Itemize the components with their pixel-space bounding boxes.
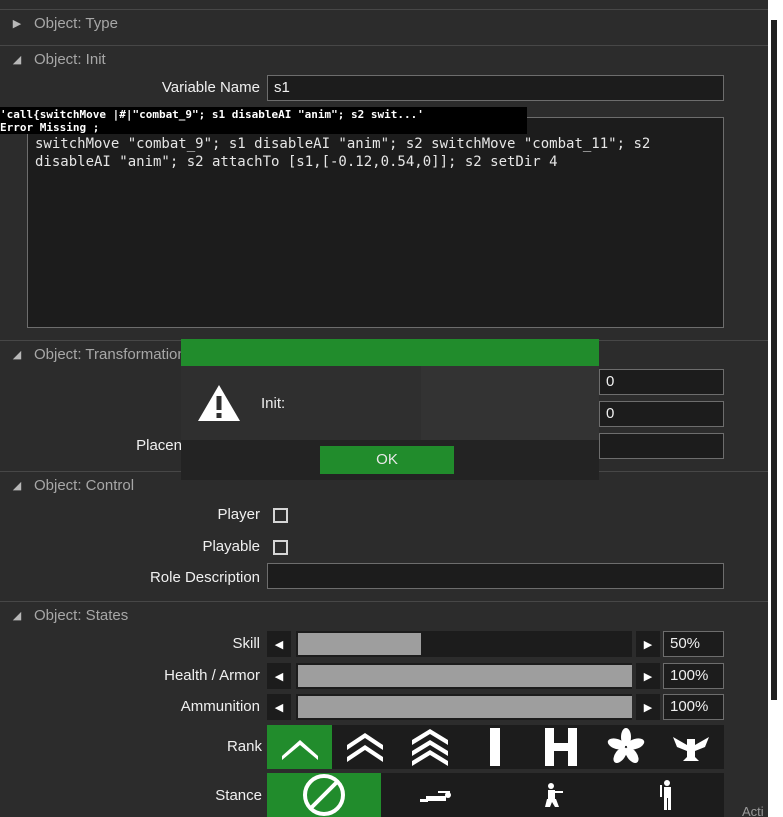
rank-lieutenant-button[interactable]: [463, 725, 528, 769]
variable-name-label: Variable Name: [161, 79, 260, 96]
section-header-states[interactable]: ◢ Object: States: [0, 601, 768, 629]
auto-stance-icon: [303, 774, 346, 816]
dialog-body: Init:: [181, 366, 599, 440]
player-label: Player: [217, 506, 260, 523]
error-line-2: Error Missing ;: [0, 121, 100, 134]
health-slider[interactable]: [296, 663, 632, 689]
variable-name-input[interactable]: s1: [267, 75, 724, 101]
corporal-chevrons-icon: [346, 733, 383, 762]
section-header-init[interactable]: ◢ Object: Init: [0, 45, 768, 73]
stance-label: Stance: [215, 787, 262, 804]
crouch-stance-icon: [544, 783, 563, 807]
section-title-type: Object: Type: [34, 15, 118, 32]
activation-watermark-text: Acti: [742, 804, 764, 817]
stance-crouch-button[interactable]: [496, 773, 610, 817]
dialog-body-shade: [421, 366, 599, 440]
section-header-type[interactable]: ▶ Object: Type: [0, 9, 768, 37]
stand-stance-icon: [659, 780, 671, 810]
colonel-eagle-icon: [673, 737, 710, 761]
dialog-title-bar: [181, 339, 599, 366]
skill-label: Skill: [232, 635, 260, 652]
private-chevron-icon: [281, 740, 318, 760]
rank-sergeant-button[interactable]: [398, 725, 463, 769]
collapse-triangle-icon: ◢: [12, 610, 22, 622]
arrow-right-icon: ▶: [643, 638, 653, 651]
health-decrease-button[interactable]: ◀: [267, 663, 291, 689]
rank-major-button[interactable]: [593, 725, 658, 769]
rank-label: Rank: [226, 738, 262, 755]
arrow-right-icon: ▶: [643, 670, 653, 683]
captain-bars-icon: [544, 728, 577, 766]
skill-slider[interactable]: [296, 631, 632, 657]
arrow-left-icon: ◀: [274, 701, 284, 714]
lieutenant-bar-icon: [490, 728, 501, 766]
section-title-states: Object: States: [34, 607, 129, 624]
stance-selector: [267, 773, 724, 817]
ammunition-label: Ammunition: [180, 698, 260, 715]
health-armor-label: Health / Armor: [164, 667, 260, 684]
rank-private-button[interactable]: [267, 725, 333, 769]
rank-colonel-button[interactable]: [659, 725, 724, 769]
stance-auto-button[interactable]: [267, 773, 382, 817]
ammo-slider[interactable]: [296, 694, 632, 720]
player-checkbox[interactable]: [273, 508, 288, 523]
placement-label: Placen: [136, 437, 182, 454]
collapse-triangle-icon: ◢: [12, 480, 22, 492]
arrow-left-icon: ◀: [274, 638, 284, 651]
role-description-label: Role Description: [149, 569, 260, 586]
health-value[interactable]: 100%: [663, 663, 724, 689]
transformation-field-2[interactable]: 0: [599, 401, 724, 427]
init-code-textarea[interactable]: switchMove "combat_9"; s1 disableAI "ani…: [27, 117, 724, 328]
section-title-init: Object: Init: [34, 51, 106, 68]
arrow-right-icon: ▶: [643, 701, 653, 714]
rank-captain-button[interactable]: [528, 725, 593, 769]
section-title-control: Object: Control: [34, 477, 135, 494]
ok-button[interactable]: OK: [320, 446, 454, 474]
section-title-transformation: Object: Transformation: [34, 346, 186, 363]
expand-triangle-icon: ▶: [12, 18, 22, 30]
health-slider-fill: [298, 665, 632, 687]
warning-icon: [198, 385, 240, 421]
stance-prone-button[interactable]: [381, 773, 495, 817]
playable-label: Playable: [202, 538, 260, 555]
collapse-triangle-icon: ◢: [12, 54, 22, 66]
ammo-value[interactable]: 100%: [663, 694, 724, 720]
error-line-1: 'call{switchMove |#|"combat_9"; s1 disab…: [0, 108, 424, 121]
collapse-triangle-icon: ◢: [12, 349, 22, 361]
placement-field[interactable]: [599, 433, 724, 459]
message-dialog: Init: OK: [181, 339, 599, 480]
ammo-increase-button[interactable]: ▶: [636, 694, 660, 720]
dialog-footer: OK: [181, 440, 599, 480]
vertical-scrollbar[interactable]: [771, 20, 777, 700]
skill-increase-button[interactable]: ▶: [636, 631, 660, 657]
attributes-panel: ▶ Object: Type ◢ Object: Init Variable N…: [0, 0, 768, 817]
skill-slider-fill: [298, 633, 422, 655]
skill-value[interactable]: 50%: [663, 631, 724, 657]
health-increase-button[interactable]: ▶: [636, 663, 660, 689]
arrow-left-icon: ◀: [274, 670, 284, 683]
sergeant-chevrons-icon: [412, 729, 449, 766]
transformation-field-1[interactable]: 0: [599, 369, 724, 395]
skill-decrease-button[interactable]: ◀: [267, 631, 291, 657]
dialog-message: Init:: [261, 395, 286, 412]
rank-selector: [267, 725, 724, 769]
major-leaf-icon: [607, 728, 645, 763]
prone-stance-icon: [420, 791, 452, 802]
stance-stand-button[interactable]: [610, 773, 724, 817]
rank-corporal-button[interactable]: [332, 725, 397, 769]
playable-checkbox[interactable]: [273, 540, 288, 555]
role-description-input[interactable]: [267, 563, 724, 589]
ammo-decrease-button[interactable]: ◀: [267, 694, 291, 720]
ammo-slider-fill: [298, 696, 632, 718]
script-error-box: 'call{switchMove |#|"combat_9"; s1 disab…: [0, 107, 527, 134]
